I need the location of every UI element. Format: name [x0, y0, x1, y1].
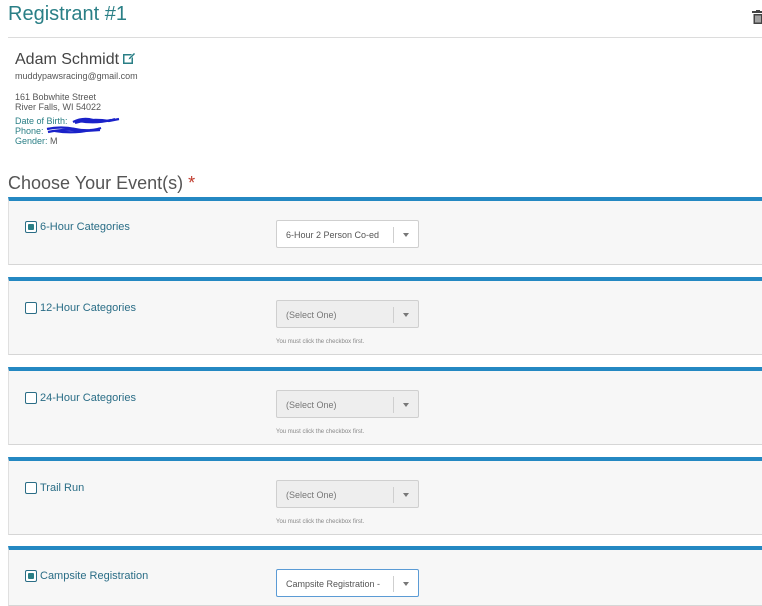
gender-value: M — [50, 136, 58, 146]
registrant-title: Registrant #1 — [8, 3, 127, 26]
required-marker: * — [188, 173, 195, 193]
select-separator — [393, 487, 394, 503]
event-card: Trail Run (Select One) You must click th… — [8, 457, 762, 535]
event-select[interactable]: (Select One) — [276, 390, 419, 418]
chevron-down-icon — [403, 403, 409, 407]
event-card: Campsite Registration Campsite Registrat… — [8, 546, 762, 606]
address-line-1: 161 Bobwhite Street — [15, 92, 96, 102]
event-label[interactable]: Trail Run — [40, 482, 84, 494]
choose-events-label: Choose Your Event(s) — [8, 173, 183, 193]
event-card: 6-Hour Categories 6-Hour 2 Person Co-ed — [8, 197, 762, 265]
redaction-scribble — [71, 116, 121, 125]
select-separator — [393, 307, 394, 323]
registrant-name: Adam Schmidt — [15, 51, 119, 69]
event-help-text: You must click the checkbox first. — [276, 339, 364, 345]
event-label[interactable]: 12-Hour Categories — [40, 302, 136, 314]
select-separator — [393, 227, 394, 243]
divider — [8, 37, 762, 38]
select-separator — [393, 397, 394, 413]
event-select[interactable]: Campsite Registration - — [276, 569, 419, 597]
gender-info: Gender: M — [15, 136, 58, 146]
event-select[interactable]: 6-Hour 2 Person Co-ed — [276, 220, 419, 248]
event-checkbox[interactable] — [25, 570, 37, 582]
event-checkbox[interactable] — [25, 482, 37, 494]
event-select-value: (Select One) — [286, 310, 337, 320]
event-select[interactable]: (Select One) — [276, 480, 419, 508]
event-label[interactable]: 24-Hour Categories — [40, 392, 136, 404]
chevron-down-icon — [403, 493, 409, 497]
edit-icon[interactable] — [123, 52, 136, 64]
select-separator — [393, 576, 394, 592]
trash-icon[interactable] — [752, 10, 762, 24]
event-select-value: 6-Hour 2 Person Co-ed — [286, 230, 379, 240]
event-checkbox[interactable] — [25, 302, 37, 314]
registrant-email: muddypawsracing@gmail.com — [15, 71, 138, 81]
event-card: 24-Hour Categories (Select One) You must… — [8, 367, 762, 445]
redaction-scribble — [45, 125, 103, 135]
event-checkbox[interactable] — [25, 221, 37, 233]
chevron-down-icon — [403, 582, 409, 586]
phone-label: Phone: — [15, 126, 44, 136]
event-label[interactable]: 6-Hour Categories — [40, 221, 130, 233]
gender-label: Gender: — [15, 136, 48, 146]
event-select-value: (Select One) — [286, 400, 337, 410]
event-card: 12-Hour Categories (Select One) You must… — [8, 277, 762, 355]
event-help-text: You must click the checkbox first. — [276, 429, 364, 435]
event-help-text: You must click the checkbox first. — [276, 519, 364, 525]
event-checkbox[interactable] — [25, 392, 37, 404]
event-select-value: (Select One) — [286, 490, 337, 500]
chevron-down-icon — [403, 233, 409, 237]
event-select[interactable]: (Select One) — [276, 300, 419, 328]
event-select-value: Campsite Registration - — [286, 579, 380, 589]
address-line-2: River Falls, WI 54022 — [15, 102, 101, 112]
chevron-down-icon — [403, 313, 409, 317]
choose-events-heading: Choose Your Event(s) * — [8, 173, 195, 194]
event-label[interactable]: Campsite Registration — [40, 570, 148, 582]
